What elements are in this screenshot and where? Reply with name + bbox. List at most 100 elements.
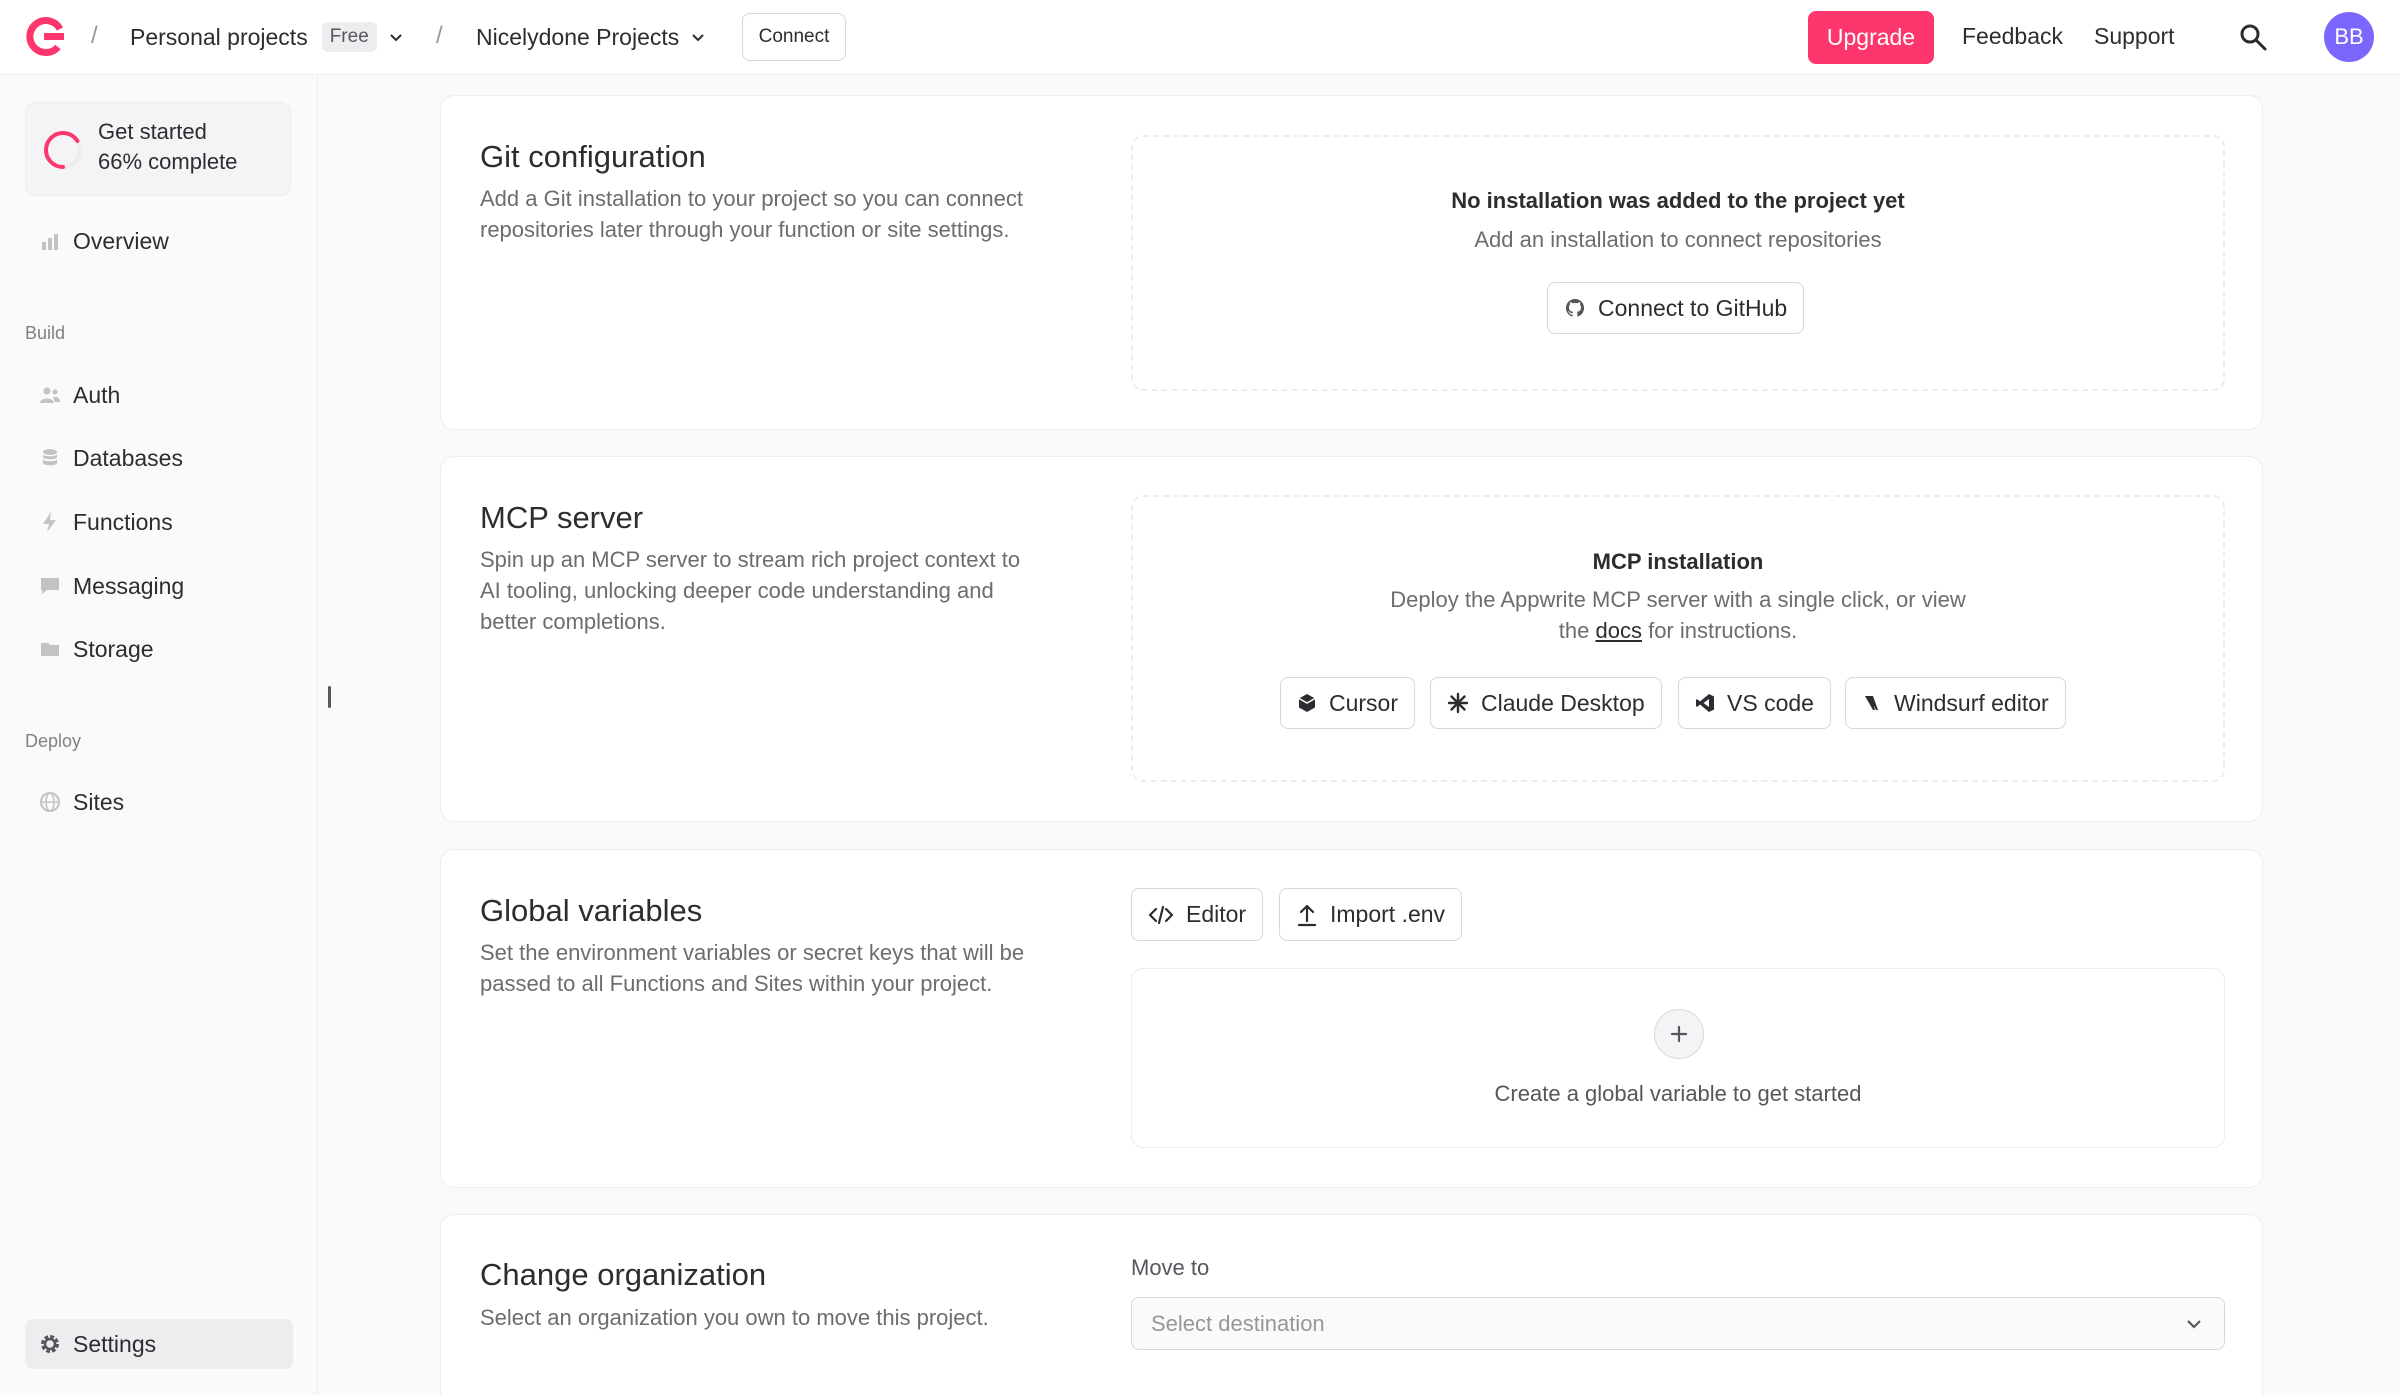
import-env-button[interactable]: Import .env (1279, 888, 1463, 941)
gear-icon (39, 1333, 61, 1355)
get-started-progress: 66% complete (98, 149, 238, 174)
chat-icon (39, 575, 61, 597)
user-avatar[interactable]: BB (2324, 12, 2374, 62)
sidebar-item-label: Databases (73, 444, 183, 471)
move-to-label: Move to (1131, 1255, 1210, 1280)
progress-ring-icon (44, 131, 82, 169)
breadcrumb-separator: / (91, 22, 98, 49)
section-title: Global variables (480, 893, 703, 928)
plus-icon (1670, 1025, 1688, 1043)
bar-chart-icon (39, 230, 61, 252)
button-label: Import .env (1330, 901, 1446, 927)
support-link[interactable]: Support (2094, 23, 2175, 50)
destination-select[interactable]: Select destination (1131, 1297, 2225, 1350)
change-organization-card: Change organization Select an organizati… (440, 1214, 2263, 1395)
sidebar: Get started 66% complete Overview Build … (0, 76, 318, 1395)
code-icon (1148, 905, 1174, 924)
section-description: Add a Git installation to your project s… (480, 186, 1023, 242)
add-variable-button[interactable] (1654, 1009, 1704, 1059)
folder-icon (39, 638, 61, 660)
feedback-link[interactable]: Feedback (1962, 23, 2063, 50)
lightning-icon (39, 511, 61, 533)
sidebar-item-auth[interactable]: Auth (25, 370, 293, 420)
mcp-box-title: MCP installation (1592, 549, 1764, 574)
project-switcher[interactable]: Nicelydone Projects (476, 20, 707, 54)
section-description: Select an organization you own to move t… (480, 1305, 989, 1330)
docs-link[interactable]: docs (1595, 618, 1641, 643)
chevron-down-icon (390, 34, 402, 42)
empty-text: Create a global variable to get started (1494, 1081, 1862, 1106)
users-icon (39, 384, 61, 406)
button-label: Connect to GitHub (1598, 294, 1788, 321)
chevron-down-icon (2187, 1320, 2201, 1329)
mcp-installation-box: MCP installation Deploy the Appwrite MCP… (1131, 495, 2225, 782)
mcp-server-card: MCP server Spin up an MCP server to stre… (440, 456, 2263, 822)
claude-logo-icon (1447, 692, 1469, 714)
chevron-down-icon (692, 34, 704, 42)
github-icon (1565, 298, 1585, 317)
connect-github-button[interactable]: Connect to GitHub (1547, 282, 1805, 334)
windsurf-editor-button[interactable]: Windsurf editor (1845, 677, 2066, 729)
editor-button[interactable]: Editor (1131, 888, 1264, 941)
section-description: Set the environment variables or secret … (480, 940, 1025, 996)
cursor-button[interactable]: Cursor (1280, 677, 1416, 729)
sidebar-item-label: Functions (73, 508, 173, 535)
vs-code-button[interactable]: VS code (1678, 677, 1831, 729)
sidebar-item-storage[interactable]: Storage (25, 624, 293, 674)
get-started-card[interactable]: Get started 66% complete (25, 102, 291, 196)
vscode-logo-icon (1696, 694, 1714, 712)
upgrade-button[interactable]: Upgrade (1808, 11, 1934, 64)
upload-icon (1297, 904, 1317, 926)
section-description: Spin up an MCP server to stream rich pro… (480, 547, 1021, 634)
empty-title: No installation was added to the project… (1451, 188, 1905, 213)
section-title: MCP server (480, 500, 644, 535)
git-configuration-card: Git configuration Add a Git installation… (440, 95, 2263, 430)
sidebar-item-settings[interactable]: Settings (25, 1319, 293, 1369)
git-empty-state: No installation was added to the project… (1131, 135, 2225, 391)
button-label: Windsurf editor (1894, 689, 2049, 716)
sidebar-item-label: Auth (73, 381, 121, 408)
select-placeholder: Select destination (1151, 1310, 1325, 1336)
mcp-box-line-1: Deploy the Appwrite MCP server with a si… (1390, 587, 1966, 612)
windsurf-logo-icon (1865, 696, 1878, 710)
button-label: VS code (1727, 689, 1814, 716)
org-name: Personal projects (130, 23, 308, 50)
sidebar-item-messaging[interactable]: Messaging (25, 561, 293, 611)
global-variables-card: Global variables Set the environment var… (440, 849, 2263, 1188)
sidebar-item-label: Sites (73, 788, 125, 815)
button-label: Editor (1186, 901, 1247, 927)
sidebar-item-label: Overview (73, 227, 169, 254)
connect-button[interactable]: Connect (742, 13, 846, 61)
text-fragment: for instructions. (1648, 618, 1798, 643)
global-variables-empty-state: Create a global variable to get started (1131, 968, 2225, 1148)
org-switcher[interactable]: Personal projects Free (130, 20, 405, 54)
project-name: Nicelydone Projects (476, 23, 680, 50)
sidebar-item-overview[interactable]: Overview (25, 216, 293, 266)
sidebar-section-build: Build (25, 323, 66, 343)
sidebar-section-deploy: Deploy (25, 731, 82, 751)
sidebar-item-label: Messaging (73, 572, 185, 599)
sidebar-item-functions[interactable]: Functions (25, 497, 293, 547)
sidebar-item-databases[interactable]: Databases (25, 433, 293, 483)
top-bar: / Personal projects Free / Nicelydone Pr… (0, 0, 2400, 75)
plan-badge: Free (321, 22, 377, 52)
empty-subtitle: Add an installation to connect repositor… (1474, 227, 1882, 252)
text-fragment: the (1558, 618, 1590, 643)
sidebar-item-label: Storage (73, 635, 154, 662)
claude-desktop-button[interactable]: Claude Desktop (1430, 677, 1662, 729)
sidebar-item-label: Settings (73, 1330, 157, 1357)
breadcrumb-separator: / (436, 22, 443, 49)
sidebar-resize-handle[interactable] (328, 686, 331, 708)
search-icon[interactable] (2238, 22, 2268, 52)
button-label: Cursor (1329, 689, 1399, 716)
section-title: Git configuration (480, 139, 706, 174)
get-started-title: Get started (98, 119, 207, 144)
globe-icon (39, 791, 61, 813)
sidebar-item-sites[interactable]: Sites (25, 777, 293, 827)
mcp-box-line-2: the docs for instructions. (1133, 615, 2223, 646)
cursor-logo-icon (1298, 694, 1316, 712)
button-label: Claude Desktop (1481, 689, 1645, 716)
section-title: Change organization (480, 1257, 767, 1292)
appwrite-logo[interactable] (24, 17, 66, 57)
database-icon (39, 447, 61, 469)
